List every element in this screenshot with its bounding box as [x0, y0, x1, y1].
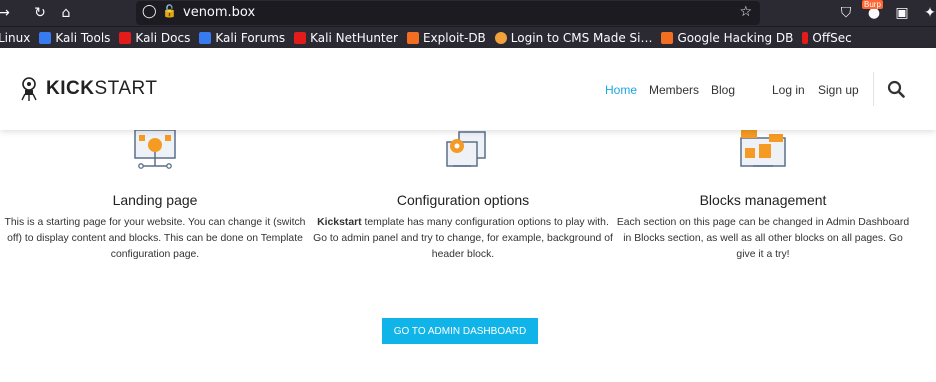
url-text[interactable]: venom.box	[183, 5, 255, 20]
features-section: Landing page This is a starting page for…	[0, 130, 936, 382]
bookmark-cms-login[interactable]: Login to CMS Made Si…	[494, 30, 653, 45]
nav-blog[interactable]: Blog	[711, 83, 735, 97]
bookmark-star-icon[interactable]: ☆	[739, 4, 752, 20]
extension-icon-2[interactable]: ✦	[920, 3, 936, 23]
cms-icon	[494, 31, 507, 44]
bookmark-kali-tools[interactable]: Kali Tools	[39, 31, 110, 45]
bookmark-kali-forums[interactable]: Kali Forums	[199, 31, 285, 45]
feature-text: Each section on this page can be changed…	[616, 217, 910, 260]
bookmark-google-hacking-db[interactable]: Google Hacking DB	[661, 31, 793, 45]
feature-title: Configuration options	[396, 192, 530, 208]
nav-members[interactable]: Members	[649, 83, 699, 97]
bookmark-label: Kali Tools	[55, 30, 111, 45]
configuration-illustration-icon	[446, 131, 486, 167]
bookmark-kali-docs[interactable]: Kali Docs	[119, 31, 190, 45]
bookmark-label: Kali Docs	[135, 30, 191, 45]
pocket-icon[interactable]: ⛉	[836, 3, 856, 23]
kali-icon	[39, 31, 52, 44]
bookmark-kali-nethunter[interactable]: Kali NetHunter	[294, 31, 398, 45]
nav-home[interactable]: Home	[605, 83, 637, 97]
kali-docs-icon	[119, 31, 132, 44]
kickstart-bold: Kickstart	[317, 217, 362, 228]
rocket-logo-icon	[21, 77, 37, 101]
site-header: KICKSTART Home Members Blog Log in Sign …	[0, 48, 936, 130]
home-icon[interactable]: ⌂	[56, 3, 76, 23]
nav-signup[interactable]: Sign up	[818, 83, 859, 97]
blocks-illustration-icon	[740, 130, 786, 167]
exploit-db-icon	[406, 31, 419, 44]
browser-toolbar: → ↻ ⌂ ◯ 🔓 venom.box ☆ ⛉ ● Burp ▣ ✦	[0, 0, 936, 26]
bookmark-label: Kali NetHunter	[310, 30, 398, 45]
site-logo[interactable]: KICKSTART	[18, 76, 157, 102]
bookmark-label: OffSec	[812, 30, 852, 45]
bookmark-linux[interactable]: Linux	[0, 31, 30, 45]
feature-text: Kickstart template has many configuratio…	[310, 215, 616, 263]
nethunter-icon	[294, 31, 307, 44]
burp-badge: Burp	[862, 0, 883, 9]
feature-title: Blocks management	[699, 192, 827, 208]
shield-icon[interactable]: ◯	[142, 4, 157, 19]
admin-dashboard-button[interactable]: GO TO ADMIN DASHBOARD	[382, 318, 538, 344]
bookmark-label: Login to CMS Made Si…	[510, 30, 653, 45]
logo-light: START	[94, 78, 158, 99]
forward-icon[interactable]: →	[0, 3, 14, 23]
search-icon[interactable]	[887, 80, 905, 98]
bookmark-label: Linux	[0, 30, 31, 45]
offsec-icon	[802, 31, 809, 44]
bookmark-exploit-db[interactable]: Exploit-DB	[406, 30, 486, 45]
feature-text: This is a starting page for your website…	[4, 217, 306, 260]
address-bar[interactable]: ◯ 🔓 venom.box ☆	[136, 1, 760, 25]
bookmark-label: Exploit-DB	[422, 30, 486, 45]
nav-login[interactable]: Log in	[772, 83, 805, 97]
ghdb-icon	[661, 31, 674, 44]
reload-icon[interactable]: ↻	[30, 3, 50, 23]
bookmarks-bar: Linux Kali Tools Kali Docs Kali Forums K…	[0, 26, 936, 48]
bookmark-offsec[interactable]: OffSec	[802, 30, 852, 45]
feature-title: Landing page	[112, 192, 198, 208]
kali-forums-icon	[199, 31, 212, 44]
extension-icon[interactable]: ▣	[892, 3, 912, 23]
logo-bold: KICK	[46, 78, 95, 99]
landing-page-illustration-icon	[134, 130, 176, 169]
insecure-lock-icon[interactable]: 🔓	[162, 4, 177, 18]
nav-divider	[873, 72, 874, 106]
bookmark-label: Google Hacking DB	[677, 30, 794, 45]
bookmark-label: Kali Forums	[215, 30, 286, 45]
